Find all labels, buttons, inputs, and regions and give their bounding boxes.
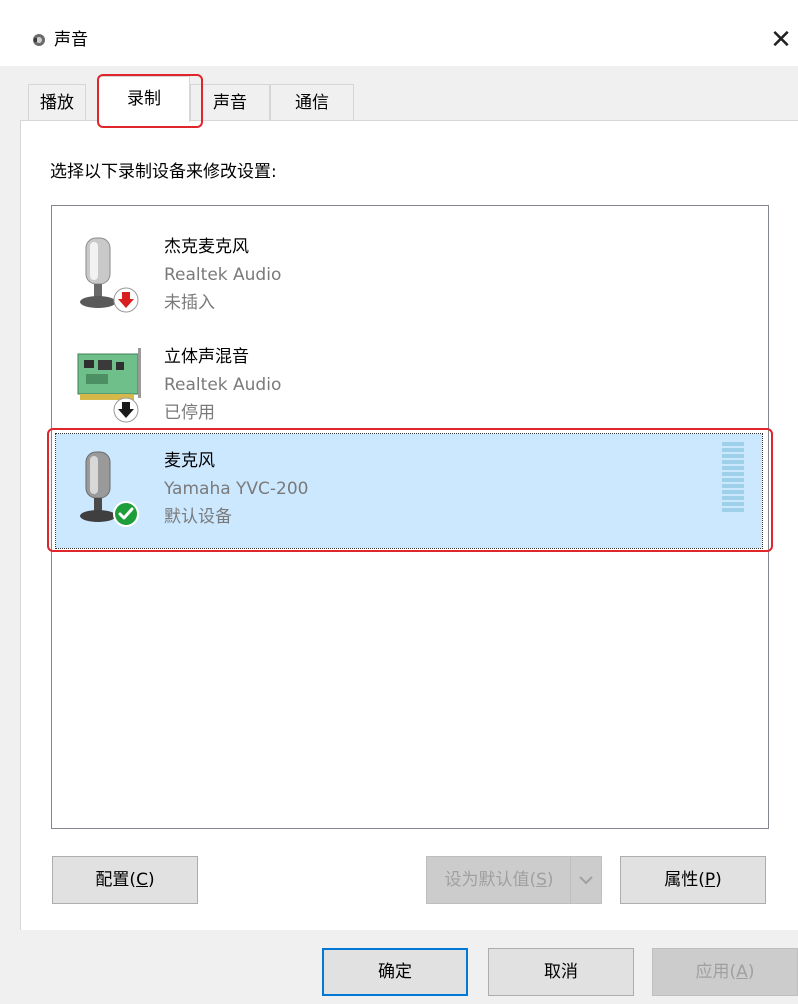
device-status: 默认设备: [164, 507, 232, 527]
device-driver: Realtek Audio: [164, 375, 282, 395]
microphone-icon: [80, 451, 139, 527]
black-down-arrow-badge: [113, 397, 139, 423]
tab-recording[interactable]: 录制: [98, 76, 190, 122]
set-default-button[interactable]: 设为默认值(S): [426, 856, 602, 904]
set-default-label: 设为默认值(S): [444, 870, 554, 890]
tab-label: 播放: [40, 93, 74, 113]
green-check-badge: [113, 501, 139, 527]
list-item-jack-microphone[interactable]: 杰克麦克风 Realtek Audio 未插入: [52, 214, 768, 326]
device-driver: Realtek Audio: [164, 265, 282, 285]
device-name: 杰克麦克风: [164, 237, 249, 257]
close-icon: ✕: [770, 25, 792, 55]
title-bar: 声音 ✕: [0, 0, 798, 66]
tab-sounds[interactable]: 声音: [190, 84, 270, 120]
apply-label: 应用(A): [695, 962, 755, 982]
ok-button[interactable]: 确定: [322, 948, 468, 996]
configure-label: 配置(C): [95, 870, 155, 890]
device-status: 未插入: [164, 293, 215, 313]
device-status: 已停用: [164, 403, 215, 423]
tab-playback[interactable]: 播放: [28, 84, 86, 120]
red-down-arrow-badge: [113, 287, 139, 313]
level-meter: [722, 442, 744, 512]
device-driver: Yamaha YVC-200: [164, 479, 309, 499]
close-button[interactable]: ✕: [764, 22, 798, 58]
window-title: 声音: [54, 30, 88, 50]
device-name: 麦克风: [164, 451, 215, 471]
tab-label: 声音: [213, 93, 247, 113]
list-item-stereo-mix[interactable]: 立体声混音 Realtek Audio 已停用: [52, 324, 768, 436]
properties-button[interactable]: 属性(P): [620, 856, 766, 904]
instruction-text: 选择以下录制设备来修改设置:: [50, 162, 277, 182]
cancel-label: 取消: [544, 962, 578, 982]
device-list[interactable]: 杰克麦克风 Realtek Audio 未插入 立体声混音 Realtek Au…: [51, 205, 769, 829]
tab-label: 录制: [127, 89, 161, 109]
tab-label: 通信: [295, 93, 329, 113]
microphone-icon: [80, 237, 139, 313]
device-name: 立体声混音: [164, 347, 249, 367]
sound-card-icon: [77, 348, 141, 423]
speaker-icon: [33, 34, 45, 46]
cancel-button[interactable]: 取消: [488, 948, 634, 996]
tab-communications[interactable]: 通信: [270, 84, 354, 120]
configure-button[interactable]: 配置(C): [52, 856, 198, 904]
set-default-dropdown[interactable]: [570, 857, 601, 903]
list-item-microphone-selected[interactable]: 麦克风 Yamaha YVC-200 默认设备: [55, 433, 763, 549]
apply-button[interactable]: 应用(A): [652, 948, 798, 996]
chevron-down-icon: [579, 876, 593, 885]
ok-label: 确定: [378, 962, 412, 982]
properties-label: 属性(P): [664, 870, 722, 890]
